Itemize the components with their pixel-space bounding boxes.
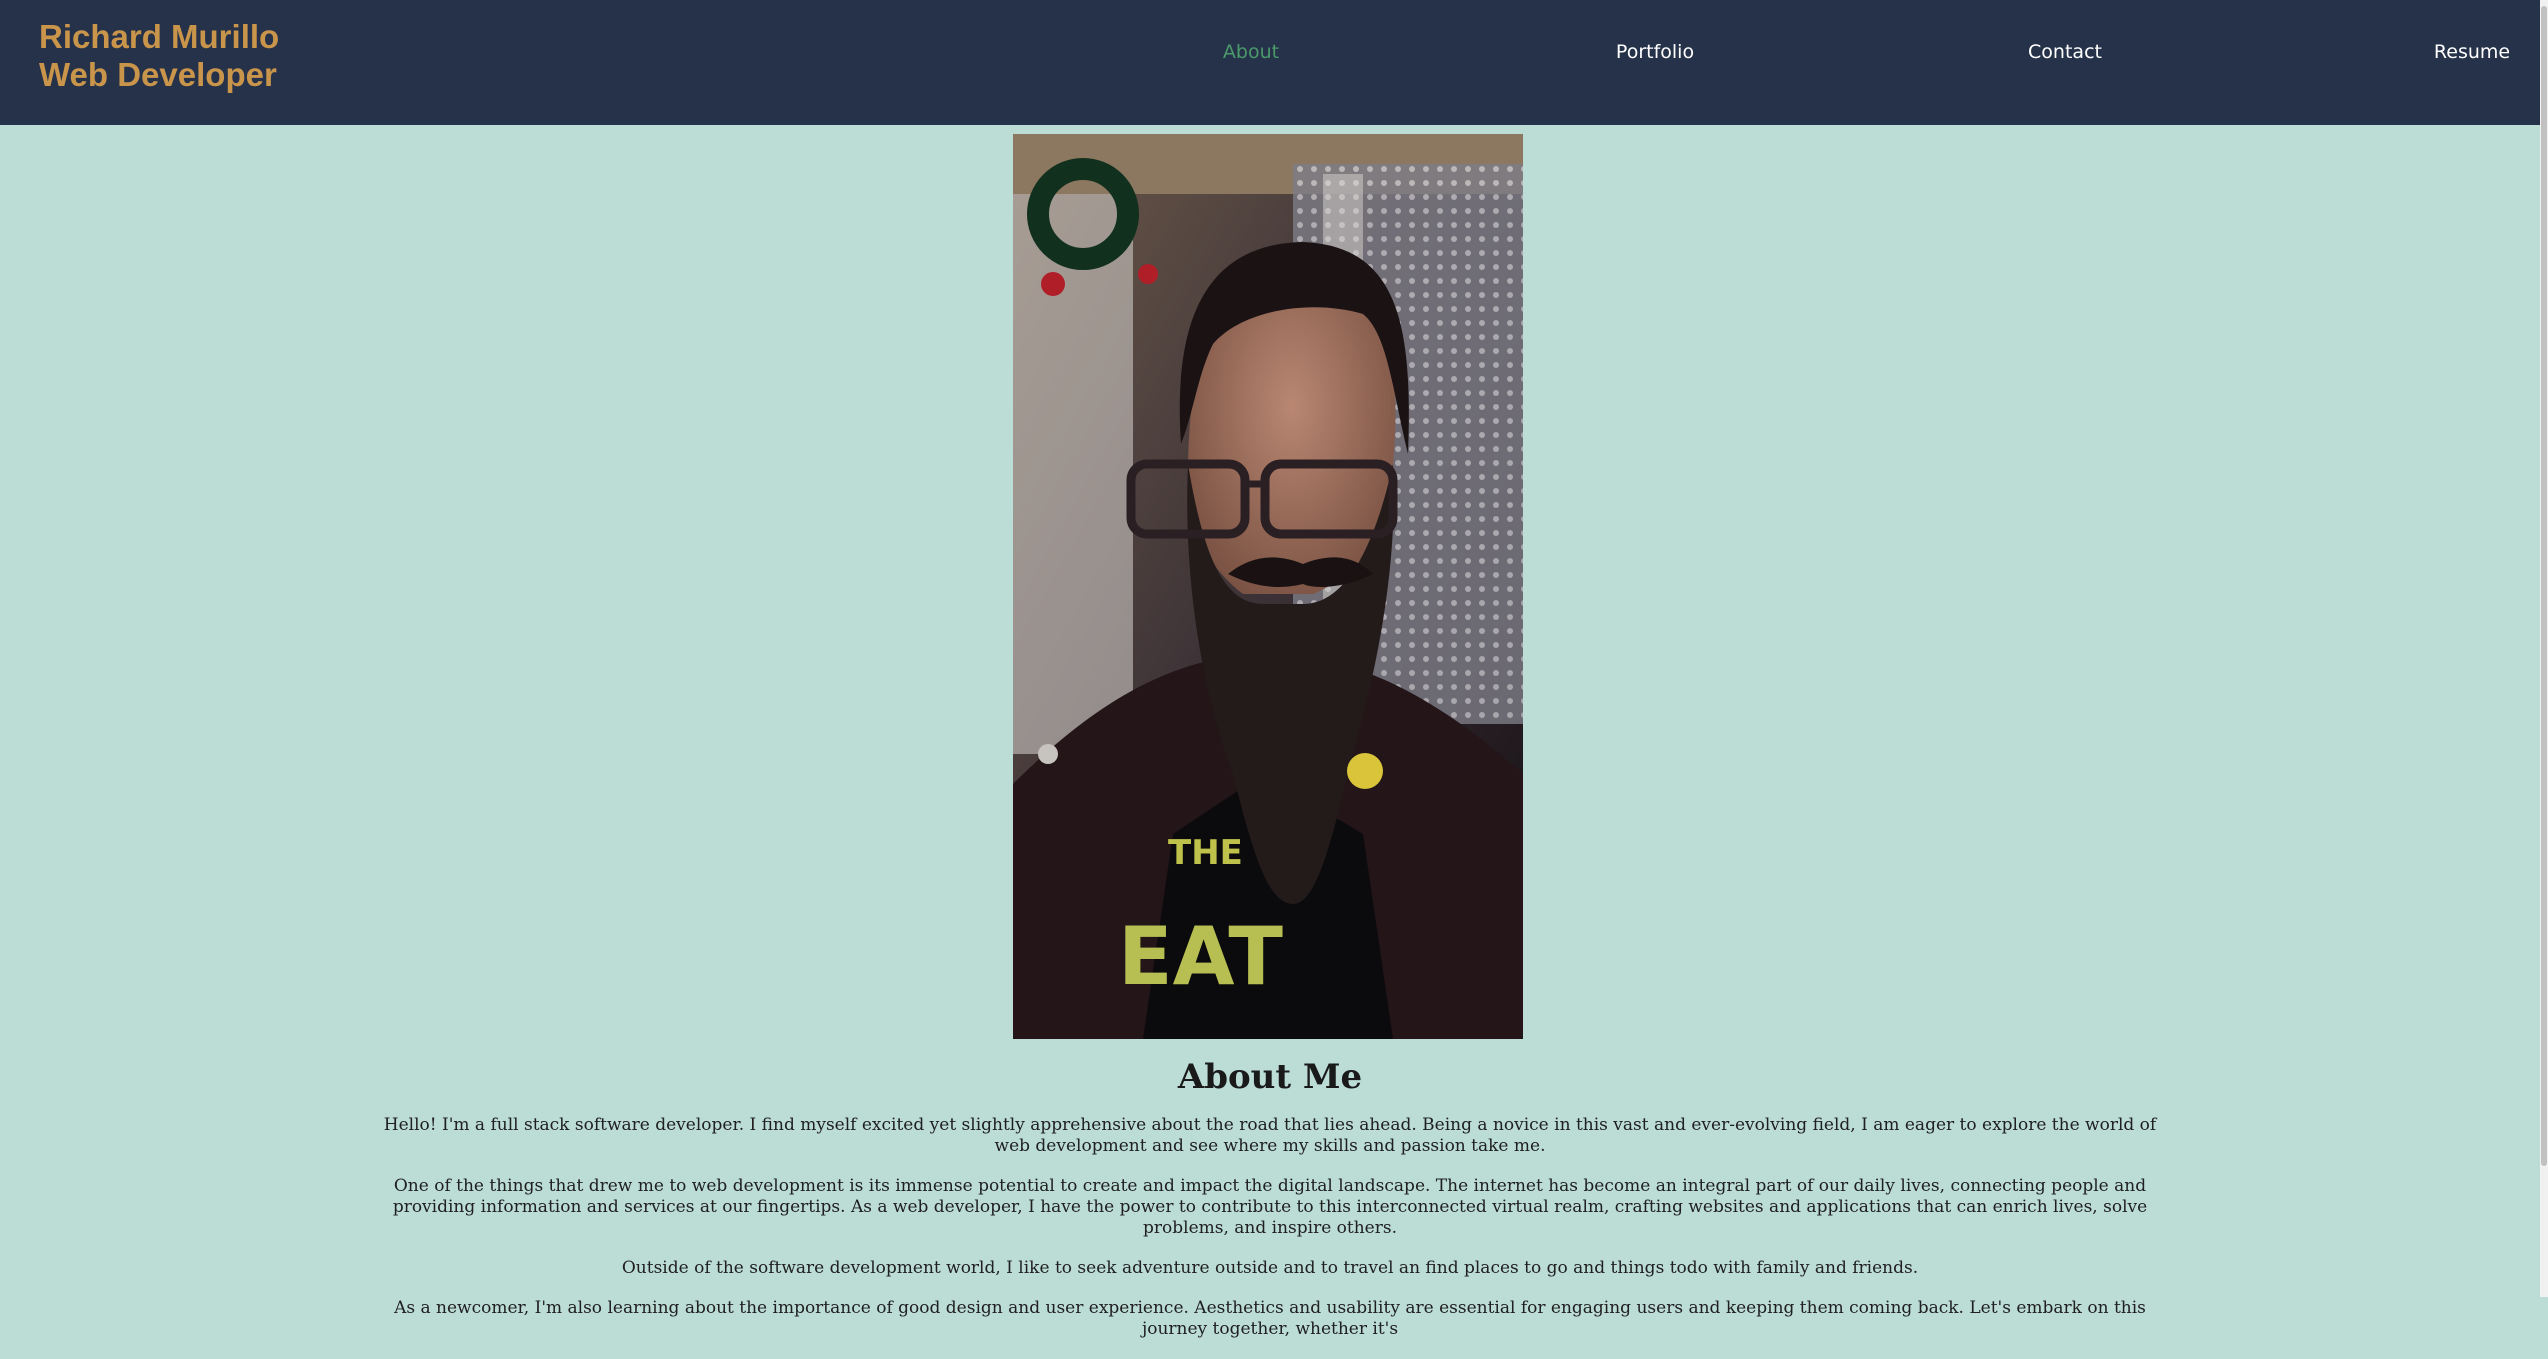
nav-contact-link[interactable]: Contact bbox=[2028, 37, 2102, 67]
nav-portfolio-link[interactable]: Portfolio bbox=[1616, 37, 1694, 67]
about-content: Hello! I'm a full stack software develop… bbox=[380, 1115, 2160, 1359]
site-brand[interactable]: Richard Murillo Web Developer bbox=[39, 18, 279, 94]
profile-photo-image: THE EAT bbox=[1013, 134, 1523, 1039]
about-paragraph-design: As a newcomer, I'm also learning about t… bbox=[394, 1298, 2146, 1339]
about-paragraph-hobbies: Outside of the software development worl… bbox=[621, 1258, 1919, 1278]
brand-role: Web Developer bbox=[39, 56, 277, 93]
about-paragraph-motivation: One of the things that drew me to web de… bbox=[392, 1176, 2148, 1238]
page-scrollbar[interactable] bbox=[2540, 0, 2548, 1297]
scrollbar-thumb[interactable] bbox=[2541, 6, 2547, 1166]
site-header: Richard Murillo Web Developer About Port… bbox=[0, 0, 2540, 125]
about-title: About Me bbox=[1177, 1057, 1363, 1097]
profile-photo: THE EAT bbox=[1013, 134, 1523, 1039]
about-paragraph-intro: Hello! I'm a full stack software develop… bbox=[383, 1115, 2157, 1156]
shirt-text-the: THE bbox=[1168, 833, 1243, 873]
brand-name: Richard Murillo bbox=[39, 18, 280, 55]
nav-resume-link[interactable]: Resume bbox=[2434, 37, 2510, 67]
shirt-text-eat: EAT bbox=[1118, 910, 1283, 1003]
nav-about-link[interactable]: About bbox=[1223, 37, 1279, 67]
